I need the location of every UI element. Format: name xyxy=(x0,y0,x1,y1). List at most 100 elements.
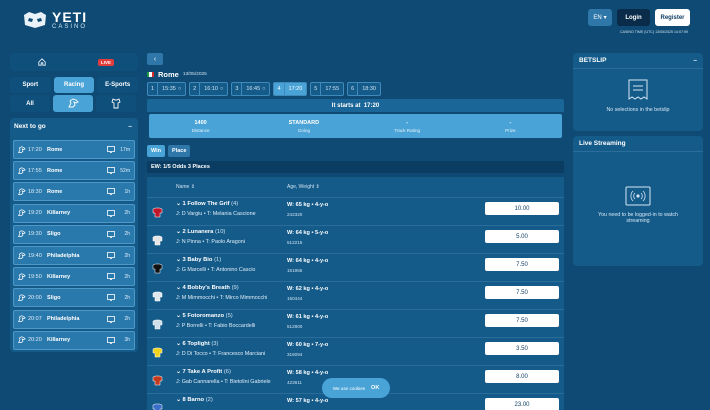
filter-greyhound[interactable] xyxy=(96,95,136,112)
recent-form: 512800 xyxy=(287,324,303,329)
barrier-number: (1) xyxy=(214,257,222,263)
race-time: 19:50 xyxy=(28,273,42,280)
chevron-down-icon: ⌄ xyxy=(176,285,181,291)
live-tab[interactable]: LIVE xyxy=(74,53,138,71)
collapse-icon[interactable]: – xyxy=(128,123,132,130)
language-select[interactable]: EN ▾ xyxy=(588,9,612,26)
info-going: STANDARD Going xyxy=(252,114,355,138)
home-tab[interactable] xyxy=(10,53,74,71)
back-button[interactable]: ‹ xyxy=(147,53,163,65)
weight-age: W: 58 kg • 4-y-o xyxy=(287,370,329,376)
betslip-empty-text: No selections in the betslip xyxy=(606,107,670,113)
race-tab-4[interactable]: 4 17:20 xyxy=(273,82,308,96)
odds-button[interactable]: 10.00 xyxy=(485,202,559,215)
horse-icon xyxy=(14,294,28,302)
odds-button[interactable]: 23.00 xyxy=(485,398,559,410)
live-badge: LIVE xyxy=(97,58,114,66)
next-to-go-row[interactable]: 19:40 Philadelphia 2h xyxy=(13,246,135,265)
tv-icon xyxy=(104,273,118,281)
horse-icon xyxy=(14,336,28,344)
live-streaming-panel: Live Streaming You need to be logged-in … xyxy=(573,136,703,266)
cookie-ok-button[interactable]: OK xyxy=(371,385,379,391)
next-to-go-row[interactable]: 17:55 Rome 52m xyxy=(13,161,135,181)
collapse-icon[interactable]: – xyxy=(693,57,697,64)
runner-title: 8 Barno xyxy=(182,397,205,403)
info-prize: - Prize xyxy=(459,114,562,138)
next-to-go-row[interactable]: 20:00 Sligo 2h xyxy=(13,288,135,308)
runner-row: ⌄ 4 Bobby's Breath (9) J: M Mimmocchi • T… xyxy=(147,281,564,309)
minutes-to-start: 17m xyxy=(120,146,130,153)
info-value: 1400 xyxy=(194,119,207,126)
odds-button[interactable]: 7.50 xyxy=(485,258,559,271)
next-to-go-row[interactable]: 20:07 Philadelphia 2h xyxy=(13,309,135,329)
runner-name[interactable]: ⌄ 6 Toplight (3) xyxy=(176,341,218,347)
next-to-go-row[interactable]: 18:30 Rome 1h xyxy=(13,182,135,202)
next-to-go-row[interactable]: 19:20 Killarney 2h xyxy=(13,203,135,223)
venue-name: Killarney xyxy=(47,210,71,217)
race-venue: Rome xyxy=(158,69,179,79)
runner-title: 5 Fotoromanzo xyxy=(182,313,225,319)
win-button[interactable]: Win xyxy=(147,145,166,157)
horse-icon xyxy=(14,230,28,238)
runner-name[interactable]: ⌄ 4 Bobby's Breath (9) xyxy=(176,285,239,291)
race-time: 17:55 xyxy=(28,167,42,174)
tab-esports[interactable]: E-Sports xyxy=(97,77,139,93)
jockey-trainer: J: Gab Cannarella • T: Bietolini Gabriel… xyxy=(176,379,271,385)
race-time: 19:40 xyxy=(28,252,42,259)
chevron-down-icon: ⌄ xyxy=(176,229,181,235)
odds-button[interactable]: 8.00 xyxy=(485,370,559,383)
runner-name[interactable]: ⌄ 1 Follow The Grif (4) xyxy=(176,201,238,207)
odds-button[interactable]: 5.00 xyxy=(485,230,559,243)
runner-name[interactable]: ⌄ 5 Fotoromanzo (5) xyxy=(176,313,233,319)
next-to-go-row[interactable]: 19:30 Sligo 2h xyxy=(13,224,135,244)
runner-name[interactable]: ⌄ 8 Barno (2) xyxy=(176,397,213,403)
runner-name[interactable]: ⌄ 3 Baby Bio (1) xyxy=(176,257,221,263)
broadcast-icon xyxy=(625,186,651,206)
sort-icon: ⇕ xyxy=(315,184,320,190)
odds-button[interactable]: 7.50 xyxy=(485,314,559,327)
logo[interactable]: YETI CASINO xyxy=(22,9,102,31)
chevron-down-icon: ⌄ xyxy=(176,341,181,347)
jockey-silk-icon xyxy=(152,207,163,218)
runner-name[interactable]: ⌄ 2 Lunanera (10) xyxy=(176,229,225,235)
odds-button[interactable]: 7.50 xyxy=(485,286,559,299)
sort-name[interactable]: Name ⇕ xyxy=(176,184,195,190)
race-tab-1[interactable]: 1 15:35 ○ xyxy=(147,82,187,96)
filter-horse[interactable] xyxy=(53,95,93,112)
language-value: EN xyxy=(593,14,602,21)
runner-name[interactable]: ⌄ 7 Take A Profit (6) xyxy=(176,369,231,375)
next-to-go-row[interactable]: 20:20 Killarney 3h xyxy=(13,330,135,350)
minutes-to-start: 2h xyxy=(124,210,130,217)
receipt-icon xyxy=(628,79,648,100)
minutes-to-start: 2h xyxy=(124,316,130,323)
race-tab-5[interactable]: 5 17:55 xyxy=(310,82,345,96)
sort-age-weight[interactable]: Age, Weight ⇕ xyxy=(287,184,320,190)
race-time: 20:20 xyxy=(28,337,42,344)
tab-racing[interactable]: Racing xyxy=(53,77,95,93)
starts-banner: It starts at 17:20 xyxy=(147,99,564,112)
venue-name: Philadelphia xyxy=(47,316,80,323)
horse-icon xyxy=(14,273,28,281)
recent-form: 512215 xyxy=(287,240,303,245)
race-tab-time: 18:30 xyxy=(362,86,376,92)
venue-name: Sligo xyxy=(47,231,61,238)
next-to-go-row[interactable]: 19:50 Killarney 2h xyxy=(13,267,135,287)
tab-sport[interactable]: Sport xyxy=(10,77,51,93)
next-to-go-row[interactable]: 17:20 Rome 17m xyxy=(13,140,135,159)
barrier-number: (5) xyxy=(225,313,233,319)
race-number: 3 xyxy=(232,83,243,95)
race-tab-3[interactable]: 3 16:45 ○ xyxy=(231,82,271,96)
racing-filters: All xyxy=(10,95,138,112)
tv-icon xyxy=(104,209,118,217)
register-button[interactable]: Register xyxy=(655,9,690,26)
place-button[interactable]: Place xyxy=(168,145,191,157)
jockey-trainer: J: D Di Tocco • T: Francesco Marciani xyxy=(176,351,266,357)
race-tab-6[interactable]: 6 18:30 xyxy=(347,82,381,96)
login-button[interactable]: Login xyxy=(617,9,650,26)
tv-icon xyxy=(104,188,118,196)
runners-table: Name ⇕ Age, Weight ⇕ ⌄ 1 Follow The Grif… xyxy=(147,177,564,410)
race-number: 5 xyxy=(311,83,322,95)
odds-button[interactable]: 3.50 xyxy=(485,342,559,355)
filter-all[interactable]: All xyxy=(10,95,50,112)
race-tab-2[interactable]: 2 16:10 ○ xyxy=(189,82,229,96)
